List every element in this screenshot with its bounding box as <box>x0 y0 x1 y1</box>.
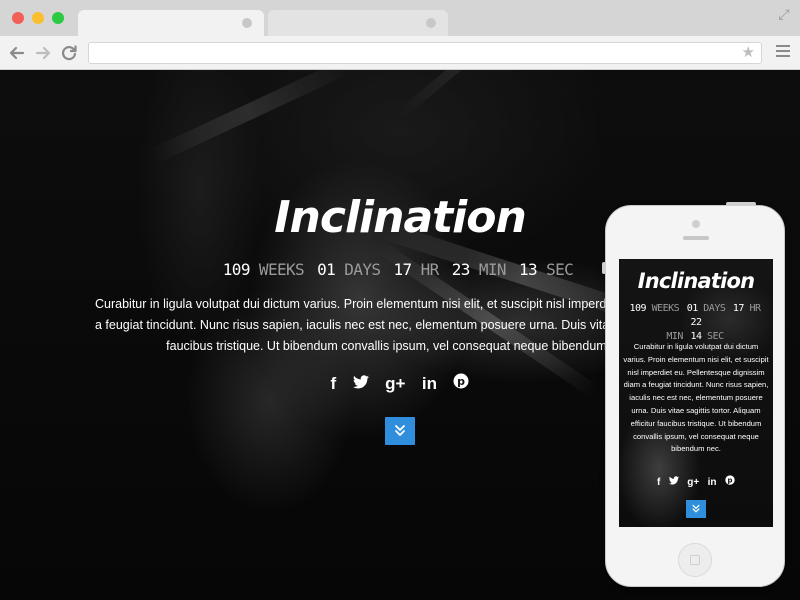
google-plus-icon[interactable]: g+ <box>385 373 405 395</box>
linkedin-icon[interactable]: in <box>708 477 717 488</box>
star-icon[interactable]: ★ <box>742 44 755 62</box>
tab-close-icon[interactable] <box>426 18 436 28</box>
countdown-weeks-unit: WEEKS <box>258 260 305 279</box>
phone-countdown-minutes-value: 22 <box>690 317 702 328</box>
countdown-seconds-value: 13 <box>518 260 538 279</box>
countdown-minutes-value: 23 <box>451 260 471 279</box>
twitter-icon[interactable] <box>668 476 679 488</box>
phone-power-button <box>726 202 756 206</box>
phone-mockup: Inclination 109 WEEKS 01 DAYS 17 HR 22 M… <box>602 202 785 587</box>
countdown-hours-value: 17 <box>393 260 412 279</box>
back-arrow-icon[interactable] <box>6 42 28 64</box>
phone-screen: Inclination 109 WEEKS 01 DAYS 17 HR 22 M… <box>619 259 773 527</box>
phone-description-line: varius. Proin elementum nisi elit, et su… <box>623 354 769 364</box>
phone-description-line: iaculis nec est nec, elementum posuere <box>629 393 763 403</box>
countdown-days-value: 01 <box>317 260 336 279</box>
phone-social-links: f g+ in p <box>619 472 773 490</box>
phone-scroll-down-button[interactable] <box>686 500 706 518</box>
tab-close-icon[interactable] <box>242 18 252 28</box>
phone-description-line: Curabitur in ligula volutpat dui dictum <box>633 342 759 351</box>
phone-description-line: urna. Duis vitae sagittis tortor. Aliqua… <box>631 405 761 415</box>
phone-description-line: bibendum nec. <box>671 444 721 454</box>
linkedin-icon[interactable]: in <box>422 373 437 395</box>
browser-toolbar: ★ <box>0 36 800 70</box>
phone-hero-title: Inclination <box>637 269 755 293</box>
scroll-down-button[interactable] <box>385 417 415 445</box>
countdown-hours-unit: HR <box>420 260 440 279</box>
phone-countdown-weeks-unit: WEEKS <box>651 303 680 314</box>
phone-hero-description: Curabitur in ligula volutpat dui dictum … <box>623 341 769 456</box>
phone-camera <box>692 220 700 228</box>
pinterest-icon[interactable]: p <box>725 475 735 488</box>
tab-strip: ⤢ <box>0 0 800 36</box>
phone-countdown-days-unit: DAYS <box>703 303 726 314</box>
countdown-days-unit: DAYS <box>344 260 381 279</box>
svg-text:p: p <box>458 375 466 388</box>
minimize-window-button[interactable] <box>32 12 44 24</box>
phone-description-line: efficitur faucibus tristique. Ut bibendu… <box>630 418 762 428</box>
facebook-icon[interactable]: f <box>331 373 337 395</box>
maximize-window-button[interactable] <box>52 12 64 24</box>
phone-countdown-line: 109 WEEKS 01 DAYS 17 HR 22 <box>623 302 769 330</box>
address-bar[interactable]: ★ <box>88 42 762 64</box>
fullscreen-icon[interactable]: ⤢ <box>776 6 792 22</box>
phone-volume-button <box>602 262 606 274</box>
countdown-weeks-value: 109 <box>222 260 251 279</box>
phone-description-line: convallis ipsum, vel consequat neque <box>633 431 759 441</box>
double-chevron-down-icon <box>692 504 700 513</box>
svg-text:p: p <box>728 477 733 485</box>
countdown-seconds-unit: SEC <box>546 260 574 279</box>
google-plus-icon[interactable]: g+ <box>687 477 699 488</box>
phone-countdown-weeks-value: 109 <box>629 303 647 314</box>
facebook-icon[interactable]: f <box>657 477 660 488</box>
phone-home-button <box>678 543 712 577</box>
phone-speaker <box>683 236 709 240</box>
phone-countdown-days-value: 01 <box>686 303 699 314</box>
phone-description-line: diam a feugiat tincidunt. Nunc risus sap… <box>623 380 769 390</box>
phone-countdown-timer: 109 WEEKS 01 DAYS 17 HR 22 MIN 14 SEC <box>623 302 769 344</box>
pinterest-icon[interactable]: p <box>453 373 469 395</box>
hamburger-menu-icon[interactable] <box>776 45 790 59</box>
forward-arrow-icon[interactable] <box>32 42 54 64</box>
twitter-icon[interactable] <box>352 373 369 395</box>
browser-chrome: ⤢ ★ <box>0 0 800 70</box>
phone-countdown-hours-unit: HR <box>749 303 761 314</box>
countdown-minutes-unit: MIN <box>478 260 507 279</box>
close-window-button[interactable] <box>12 12 24 24</box>
phone-description-line: nisl imperdiet eu. Pellentesque dignissi… <box>627 367 765 377</box>
reload-icon[interactable] <box>58 42 80 64</box>
phone-countdown-hours-value: 17 <box>732 303 745 314</box>
double-chevron-down-icon <box>395 425 405 436</box>
tab-inactive[interactable] <box>268 10 448 36</box>
tab-active[interactable] <box>78 10 264 36</box>
